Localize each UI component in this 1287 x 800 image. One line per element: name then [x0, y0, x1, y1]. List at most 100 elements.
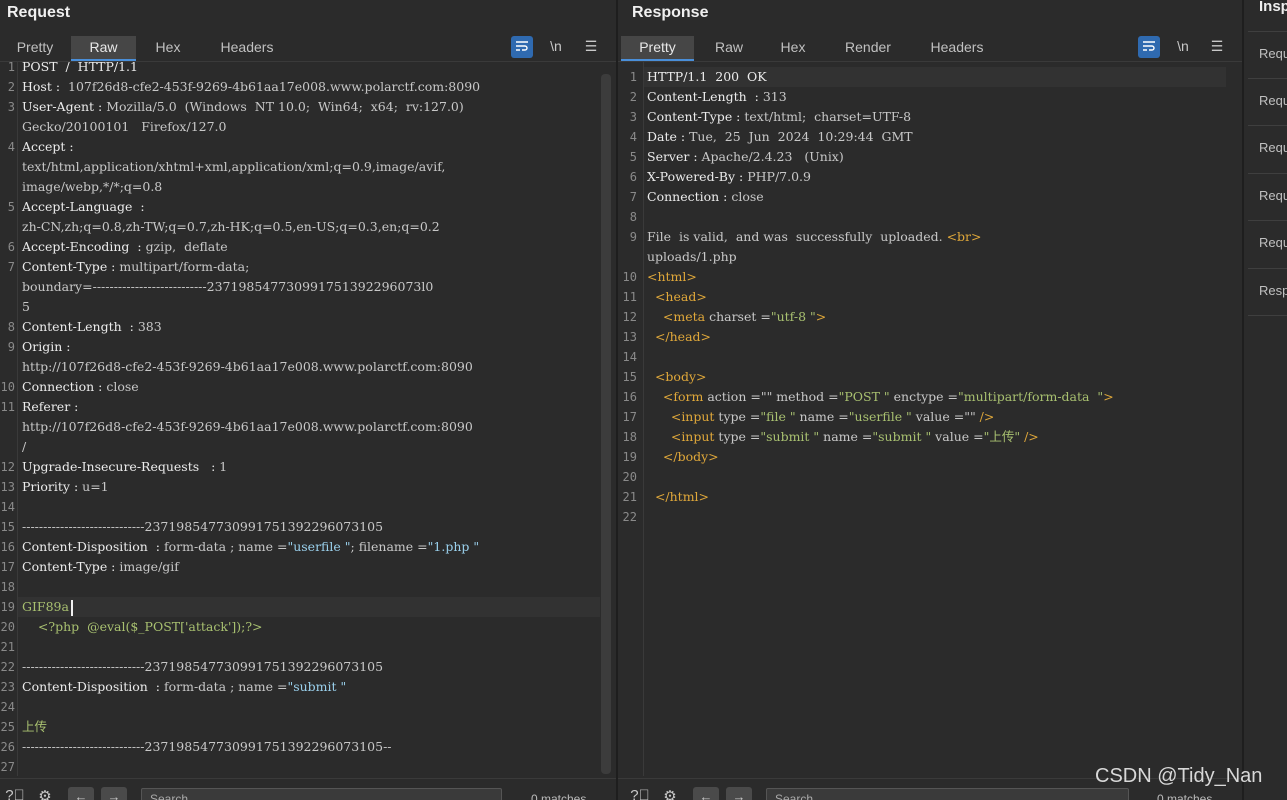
request-tab-hex[interactable]: Hex: [136, 36, 200, 61]
response-newline-button[interactable]: \n: [1172, 36, 1194, 58]
settings-gear-icon[interactable]: ⚙: [34, 787, 56, 800]
code-token: <body>: [647, 369, 707, 384]
inspector-panel: Inspector Request attributes Request que…: [1244, 0, 1287, 800]
code-token: >: [1103, 389, 1114, 404]
code-token: Host :: [22, 79, 65, 94]
line-number: 2: [7, 80, 15, 94]
code-line: Content-Length : 383: [22, 317, 162, 337]
search-prev-button[interactable]: ←: [693, 787, 719, 800]
code-token: uploads/1.php: [647, 249, 737, 264]
response-tab-pretty[interactable]: Pretty: [621, 36, 694, 61]
response-menu-button[interactable]: ☰: [1206, 36, 1228, 58]
search-next-button[interactable]: →: [726, 787, 752, 800]
code-line: Content-Disposition : form-data ; name =…: [22, 537, 479, 557]
request-scrollbar[interactable]: [601, 74, 611, 774]
line-number: 12: [622, 310, 637, 324]
inspector-request-query[interactable]: Request query parameters: [1248, 78, 1287, 125]
code-line: 5: [22, 297, 30, 317]
request-tab-headers[interactable]: Headers: [200, 36, 294, 61]
code-token: Priority :: [22, 479, 83, 494]
request-search-input[interactable]: Search: [141, 788, 502, 800]
code-token: <form: [647, 389, 708, 404]
line-number: 16: [0, 540, 15, 554]
request-tab-raw[interactable]: Raw: [71, 36, 136, 61]
settings-gear-icon[interactable]: ⚙: [659, 787, 681, 800]
code-line: Origin :: [22, 337, 74, 357]
inspector-response-headers[interactable]: Response headers: [1248, 268, 1287, 316]
request-newline-button[interactable]: \n: [545, 36, 567, 58]
arrow-left-icon: ←: [699, 789, 713, 800]
code-line: <head>: [647, 287, 707, 307]
line-number: 7: [629, 190, 637, 204]
line-number: 24: [0, 700, 15, 714]
wrap-lines-icon: [1143, 41, 1155, 51]
request-menu-button[interactable]: ☰: [580, 36, 602, 58]
line-number: 3: [7, 100, 15, 114]
code-token: value =: [931, 429, 984, 444]
code-line: Host : 107f26d8-cfe2-453f-9269-4b61aa17e…: [22, 77, 480, 97]
code-token: Referer :: [22, 399, 83, 414]
code-token: http://107f26d8-cfe2-453f-9269-4b61aa17e…: [22, 419, 473, 434]
response-tab-hex[interactable]: Hex: [762, 36, 824, 61]
inspector-request-attributes[interactable]: Request attributes: [1248, 31, 1287, 78]
code-token: name =: [795, 409, 849, 424]
code-token: Accept-Encoding :: [22, 239, 146, 254]
code-token: Server :: [647, 149, 702, 164]
code-token: form-data ; name =: [163, 679, 288, 694]
line-number: 1: [7, 62, 15, 74]
search-next-button[interactable]: →: [101, 787, 127, 800]
code-line: GIF89a: [22, 597, 73, 617]
request-editor[interactable]: 1 POST / HTTP/1.1 2 Host : 107f26d8-cfe2-45…: [0, 62, 600, 776]
request-tab-pretty[interactable]: Pretty: [0, 36, 70, 61]
code-token: Accept :: [22, 139, 78, 154]
inspector-request-cookies[interactable]: Request cookies: [1248, 173, 1287, 220]
menu-icon: ☰: [584, 38, 598, 54]
inspector-item-label: Request query parameters: [1259, 93, 1287, 108]
code-line: text/html,application/xhtml+xml,applicat…: [22, 157, 445, 177]
response-tab-headers[interactable]: Headers: [912, 36, 1002, 61]
response-pane: Response Pretty Raw Hex Render Headers \…: [618, 0, 1242, 800]
search-prev-button[interactable]: ←: [68, 787, 94, 800]
inspector-request-body[interactable]: Request body parameters: [1248, 125, 1287, 172]
code-token: "1.php ": [427, 539, 480, 554]
inspector-request-headers[interactable]: Request headers: [1248, 220, 1287, 267]
code-token: charset =: [709, 309, 771, 324]
line-number: 15: [622, 370, 637, 384]
line-number: 6: [7, 240, 15, 254]
code-token: PHP/7.0.9: [747, 169, 811, 184]
code-token: "POST ": [838, 389, 890, 404]
code-token: File is valid, and was successfully uplo…: [647, 229, 947, 244]
response-tab-raw[interactable]: Raw: [696, 36, 762, 61]
code-token: <head>: [647, 289, 707, 304]
response-wrap-lines-button[interactable]: [1138, 36, 1160, 58]
code-token: http://107f26d8-cfe2-453f-9269-4b61aa17e…: [22, 359, 473, 374]
line-number: 21: [0, 640, 15, 654]
code-line: </html>: [647, 487, 709, 507]
code-line: HTTP/1.1 200 OK: [647, 67, 767, 87]
code-line: http://107f26d8-cfe2-453f-9269-4b61aa17e…: [22, 417, 473, 437]
code-token: image/webp,*/*;q=0.8: [22, 179, 163, 194]
request-wrap-lines-button[interactable]: [511, 36, 533, 58]
request-pane: Request Pretty Raw Hex Headers \n ☰ 1 POS…: [0, 0, 616, 800]
response-search-input[interactable]: Search: [766, 788, 1129, 800]
response-editor[interactable]: 1 HTTP/1.1 200 OK 2 Content-Length : 313 3 Co…: [618, 62, 1226, 776]
line-number: 7: [7, 260, 15, 274]
code-line: Content-Type : image/gif: [22, 557, 179, 577]
code-token: </html>: [647, 489, 710, 504]
code-token: "userfile ": [287, 539, 351, 554]
inspector-item-label: Response headers: [1259, 283, 1287, 298]
code-line: image/webp,*/*;q=0.8: [22, 177, 162, 197]
line-number: 16: [622, 390, 637, 404]
code-token: >: [815, 309, 827, 324]
code-token: X-Powered-By :: [647, 169, 748, 184]
help-icon[interactable]: ?⃝: [4, 787, 26, 800]
line-number: 18: [622, 430, 637, 444]
line-number: 20: [0, 620, 15, 634]
line-number: 27: [0, 760, 15, 774]
code-token: Apache/2.4.23 (Unix): [701, 149, 844, 164]
response-tab-render[interactable]: Render: [824, 36, 912, 61]
code-line: /: [22, 437, 26, 457]
help-icon[interactable]: ?⃝: [629, 787, 651, 800]
line-number: 2: [629, 90, 637, 104]
line-number: 13: [622, 330, 637, 344]
